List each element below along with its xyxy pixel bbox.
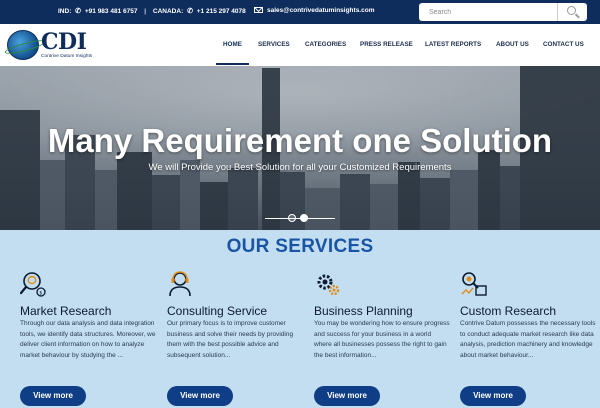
service-description: Through our data analysis and data integ…	[20, 320, 156, 359]
hero-subtitle: We will Provide you Best Solution for al…	[148, 162, 452, 173]
search-box	[419, 3, 587, 21]
service-title: Market Research	[20, 304, 112, 318]
service-description: Contrive Datum possesses the necessary t…	[460, 320, 596, 359]
main-navbar: CDI Contrive Datum Insights HOME SERVICE…	[0, 24, 600, 66]
nav-about-us[interactable]: ABOUT US	[496, 41, 529, 48]
hero-title: Many Requirement one Solution	[47, 122, 553, 159]
nav-categories[interactable]: CATEGORIES	[305, 41, 346, 48]
gears-icon	[317, 274, 340, 296]
phone-icon: ✆	[187, 8, 193, 15]
svg-text:$: $	[39, 290, 42, 296]
canada-phone[interactable]: +1 215 297 4078	[197, 8, 246, 15]
slider-dot[interactable]	[288, 214, 296, 222]
view-more-button[interactable]: View more	[460, 386, 526, 406]
nav-latest-reports[interactable]: LATEST REPORTS	[425, 41, 481, 48]
nav-services[interactable]: SERVICES	[258, 41, 290, 48]
logo-mark: CDI	[41, 29, 87, 55]
research-tools-icon	[461, 272, 487, 296]
site-logo[interactable]: CDI Contrive Datum Insights	[7, 28, 107, 62]
service-card-custom-research: Custom Research Contrive Datum possesses…	[460, 270, 600, 408]
service-card-market-research: $ Market Research Through our data analy…	[20, 270, 160, 408]
nav-press-release[interactable]: PRESS RELEASE	[360, 41, 413, 48]
separator: |	[144, 8, 147, 15]
view-more-button[interactable]: View more	[20, 386, 86, 406]
logo-tagline: Contrive Datum Insights	[41, 54, 93, 59]
envelope-icon	[254, 7, 263, 13]
search-input[interactable]	[419, 3, 555, 21]
top-bar: IND: ✆ +91 983 481 6757 | CANADA: ✆ +1 2…	[0, 0, 600, 24]
contact-numbers: IND: ✆ +91 983 481 6757 | CANADA: ✆ +1 2…	[58, 7, 246, 15]
view-more-button[interactable]: View more	[314, 386, 380, 406]
nav-home[interactable]: HOME	[223, 41, 242, 48]
magnifier-brain-icon: $	[20, 272, 46, 297]
view-more-button[interactable]: View more	[167, 386, 233, 406]
globe-icon	[7, 30, 39, 60]
canada-label: CANADA:	[152, 8, 184, 15]
search-button[interactable]	[557, 3, 587, 21]
active-nav-indicator	[216, 63, 249, 65]
services-heading: OUR SERVICES	[226, 236, 374, 257]
service-title: Business Planning	[314, 304, 413, 318]
email-text[interactable]: sales@contrivedatuminsights.com	[267, 7, 374, 14]
service-description: Our primary focus is to improve customer…	[167, 320, 294, 359]
service-title: Consulting Service	[167, 304, 268, 318]
ind-phone[interactable]: +91 983 481 6757	[85, 8, 138, 15]
service-title: Custom Research	[460, 304, 557, 318]
slider-dot-active[interactable]	[300, 214, 308, 222]
service-card-business-planning: Business Planning You may be wondering h…	[314, 270, 454, 408]
nav-contact-us[interactable]: CONTACT US	[543, 41, 584, 48]
ind-label: IND:	[58, 8, 72, 15]
service-description: You may be wondering how to ensure progr…	[314, 320, 450, 359]
consultant-headset-icon	[169, 271, 191, 297]
services-section: OUR SERVICES $ Market Research Through o…	[0, 230, 600, 408]
email-link[interactable]: sales@contrivedatuminsights.com	[254, 7, 374, 14]
search-icon	[567, 6, 576, 15]
service-card-consulting: Consulting Service Our primary focus is …	[167, 270, 307, 408]
phone-icon: ✆	[75, 8, 82, 15]
hero-banner: Many Requirement one Solution We will Pr…	[0, 66, 600, 230]
